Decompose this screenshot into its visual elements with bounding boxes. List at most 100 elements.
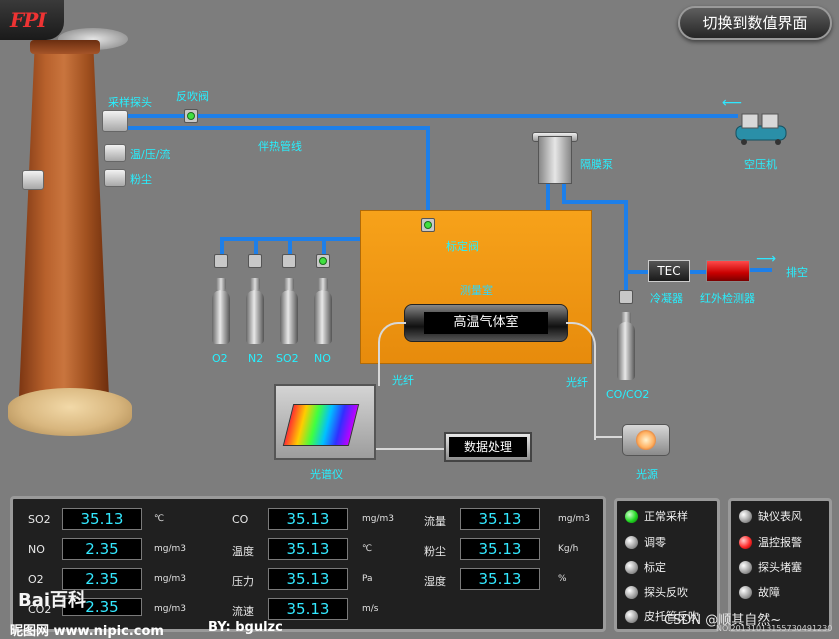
- status-calibration[interactable]: 标定: [624, 557, 666, 577]
- reading-value-pressure: 35.13: [268, 568, 348, 590]
- air-compressor-icon: [735, 113, 787, 145]
- status-led-pitot-backflush: [624, 608, 639, 624]
- cylinder-valve-o2[interactable]: [214, 254, 228, 268]
- sampling-probe-port[interactable]: [102, 110, 128, 132]
- calibration-valve-indicator: [424, 221, 432, 229]
- gas-cylinder-o2[interactable]: [212, 290, 230, 344]
- chimney-stack: [18, 48, 110, 420]
- status-fault[interactable]: 故障: [738, 582, 780, 602]
- status-text-temp-alarm: 温控报警: [758, 536, 802, 549]
- reading-value-so2: 35.13: [62, 508, 142, 530]
- reading-value-no: 2.35: [62, 538, 142, 560]
- reading-label-dust: 粉尘: [424, 545, 446, 558]
- data-processing-label: 数据处理: [449, 437, 527, 457]
- cylinder-valve-no-indicator: [319, 257, 327, 265]
- status-led-calibration: [624, 559, 639, 575]
- reading-value-flow: 35.13: [460, 508, 540, 530]
- spectrometer-cable: [376, 448, 444, 450]
- cooler-drop-pipe: [624, 200, 628, 296]
- switch-to-numeric-button[interactable]: 切换到数值界面: [678, 6, 832, 40]
- fiber-right-end: [596, 436, 624, 438]
- label-ir-detector: 红外检测器: [700, 292, 755, 305]
- label-air-compressor: 空压机: [744, 158, 777, 171]
- status-probe-blocked[interactable]: 探头堵塞: [738, 557, 802, 577]
- dust-sensor-port[interactable]: [104, 169, 126, 187]
- chimney-base: [8, 388, 132, 436]
- reading-unit-temperature: ℃: [362, 544, 373, 554]
- label-exhaust: 排空: [786, 266, 808, 279]
- image-number-watermark: NO.20131013155730491230: [716, 624, 833, 633]
- baidu-watermark: Bai百科: [18, 590, 87, 611]
- label-co-co2: CO/CO2: [606, 388, 650, 401]
- status-text-calibration: 标定: [644, 561, 666, 574]
- status-probe-backflush[interactable]: 探头反吹: [624, 582, 688, 602]
- reading-label-velocity: 流速: [232, 605, 254, 618]
- label-temp-pressure-flow: 温/压/流: [130, 148, 171, 161]
- label-diaphragm-pump: 隔膜泵: [580, 158, 613, 171]
- status-normal-sampling[interactable]: 正常采样: [624, 506, 688, 526]
- status-text-normal-sampling: 正常采样: [644, 510, 688, 523]
- reading-label-pressure: 压力: [232, 575, 254, 588]
- air-compressor[interactable]: [730, 110, 792, 146]
- light-source-bulb: [636, 430, 656, 450]
- cylinder-valve-n2[interactable]: [248, 254, 262, 268]
- pump-to-cooler-pipe: [562, 200, 628, 204]
- gas-cylinder-no[interactable]: [314, 290, 332, 344]
- label-backflush-valve: 反吹阀: [176, 90, 209, 103]
- cylinder-valve-so2[interactable]: [282, 254, 296, 268]
- cylinder-head-o2: [216, 278, 226, 290]
- label-spectrometer: 光谱仪: [310, 468, 343, 481]
- gas-cylinder-so2[interactable]: [280, 290, 298, 344]
- cylinder-head-n2: [250, 278, 260, 290]
- reading-unit-o2: mg/m3: [154, 574, 187, 584]
- to-tec-pipe: [628, 270, 648, 274]
- co-co2-valve[interactable]: [619, 290, 633, 304]
- temp-pressure-flow-port[interactable]: [104, 144, 126, 162]
- main-air-pipe: [128, 114, 738, 118]
- cylinder-head-so2: [284, 278, 294, 290]
- reading-unit-pressure: Pa: [362, 574, 373, 584]
- reading-unit-humidity: %: [558, 574, 567, 584]
- branch-pipe-so2: [288, 237, 292, 255]
- status-text-probe-backflush: 探头反吹: [644, 586, 688, 599]
- label-measurement-room: 测量室: [460, 284, 493, 297]
- reading-unit-so2: ℃: [154, 514, 165, 524]
- reading-value-velocity: 35.13: [268, 598, 348, 620]
- status-text-missing-instrument-air: 缺仪表风: [758, 510, 802, 523]
- status-led-normal-sampling: [624, 508, 639, 524]
- label-cylinder-n2: N2: [248, 352, 264, 365]
- reading-value-co: 35.13: [268, 508, 348, 530]
- reading-label-co: CO: [232, 513, 249, 526]
- label-light-source: 光源: [636, 468, 658, 481]
- backflush-valve-indicator: [187, 112, 195, 120]
- status-zeroing[interactable]: 调零: [624, 532, 666, 552]
- status-led-probe-backflush: [624, 584, 639, 600]
- status-led-probe-blocked: [738, 559, 753, 575]
- status-temp-alarm[interactable]: 温控报警: [738, 532, 802, 552]
- cylinder-head-no: [318, 278, 328, 290]
- data-processing-unit[interactable]: 数据处理: [444, 432, 532, 462]
- status-text-fault: 故障: [758, 586, 780, 599]
- left-side-port: [22, 170, 44, 190]
- reading-unit-co2: mg/m3: [154, 604, 187, 614]
- status-led-missing-instrument-air: [738, 508, 753, 524]
- diaphragm-pump[interactable]: [538, 136, 572, 184]
- branch-pipe-o2: [220, 237, 224, 255]
- reading-label-no: NO: [28, 543, 45, 556]
- status-led-fault: [738, 584, 753, 600]
- tec-cooler[interactable]: TEC: [648, 260, 690, 282]
- nipic-watermark: 昵图网 www.nipic.com: [10, 624, 164, 639]
- gas-cylinder-co-co2[interactable]: [617, 322, 635, 380]
- logo-text: FPI: [10, 8, 47, 32]
- reading-label-humidity: 湿度: [424, 575, 446, 588]
- status-text-probe-blocked: 探头堵塞: [758, 561, 802, 574]
- status-missing-instrument-air[interactable]: 缺仪表风: [738, 506, 802, 526]
- reading-value-humidity: 35.13: [460, 568, 540, 590]
- gas-cylinder-n2[interactable]: [246, 290, 264, 344]
- heat-trace-pipe: [128, 126, 430, 130]
- ir-detector[interactable]: [706, 260, 750, 282]
- label-cooler: 冷凝器: [650, 292, 683, 305]
- reading-value-temperature: 35.13: [268, 538, 348, 560]
- label-heat-trace-line: 伴热管线: [258, 140, 302, 153]
- author-watermark: BY: bgulzc: [208, 620, 283, 635]
